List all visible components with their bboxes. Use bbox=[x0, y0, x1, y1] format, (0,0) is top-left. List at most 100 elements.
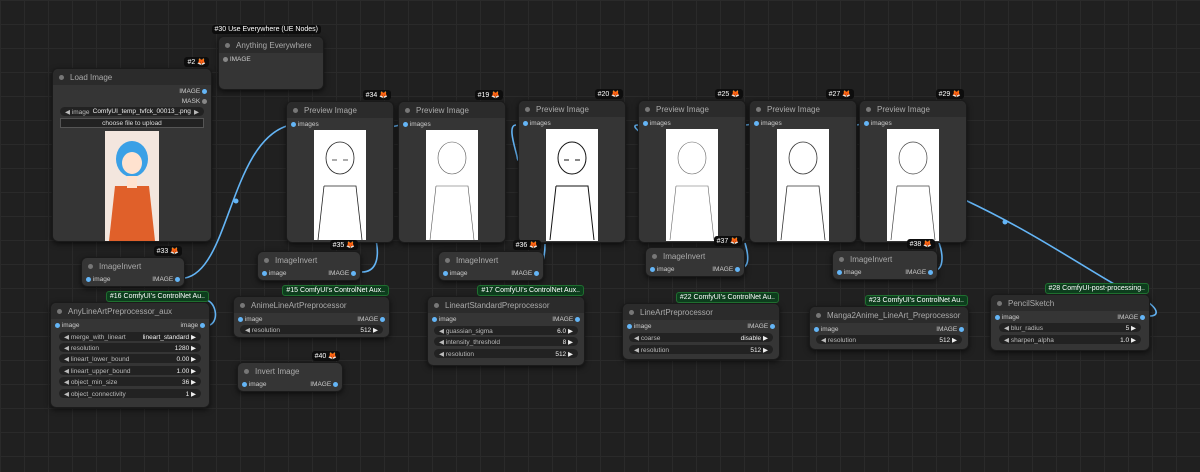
port-label: image bbox=[843, 269, 862, 276]
load-image-node[interactable]: #2 🦊 Load Image IMAGE MASK ◀ image ComfyU… bbox=[52, 57, 212, 242]
input-port[interactable] bbox=[291, 121, 296, 127]
lineart-preprocessor-node[interactable]: #22 ComfyUI's ControlNet Au.. LineArtPre… bbox=[622, 292, 780, 360]
fox-icon: 🦊 bbox=[611, 91, 620, 98]
node-badge: #20 🦊 bbox=[594, 89, 623, 99]
invert-image-node[interactable]: #40 🦊 Invert Image image IMAGE bbox=[237, 351, 343, 392]
input-port[interactable] bbox=[223, 56, 228, 62]
input-port[interactable] bbox=[262, 270, 267, 276]
node-badge: #40 🦊 bbox=[311, 351, 340, 361]
widget-object-connectivity[interactable]: ◀ object_connectivity 1 ▶ bbox=[59, 389, 201, 398]
input-port[interactable] bbox=[837, 269, 842, 275]
image-select[interactable]: ◀ image ComfyUI_temp_tvfck_00013_.png ▶ bbox=[60, 107, 204, 116]
node-title: Invert Image bbox=[255, 366, 300, 376]
widget-lineart-upper-bound[interactable]: ◀ lineart_upper_bound 1.00 ▶ bbox=[59, 366, 201, 375]
widget-merge-with-lineart[interactable]: ◀ merge_with_lineart lineart_standard ▶ bbox=[59, 332, 201, 341]
port-label: IMAGE bbox=[905, 269, 927, 276]
anylineart-preprocessor-node[interactable]: #16 ComfyUI's ControlNet Au.. AnyLineArt… bbox=[50, 291, 210, 408]
input-port[interactable] bbox=[650, 266, 655, 272]
widget-intensity-threshold[interactable]: ◀ intensity_threshold 8 ▶ bbox=[434, 337, 578, 346]
fox-icon: 🦊 bbox=[346, 242, 355, 249]
input-port[interactable] bbox=[864, 120, 869, 126]
node-badge: #15 ComfyUI's ControlNet Aux.. bbox=[282, 285, 389, 296]
input-port[interactable] bbox=[814, 326, 819, 332]
node-title: AnimeLineArtPreprocessor bbox=[251, 300, 347, 310]
input-port[interactable] bbox=[242, 381, 247, 387]
preview-thumbnail bbox=[887, 129, 939, 241]
node-badge: #38 🦊 bbox=[906, 239, 935, 249]
widget-resolution[interactable]: ◀ resolution 512 ▶ bbox=[816, 335, 962, 344]
port-label: image bbox=[633, 323, 652, 330]
input-port[interactable] bbox=[86, 276, 91, 282]
port-label: IMAGE bbox=[179, 88, 201, 95]
output-port[interactable] bbox=[175, 276, 180, 282]
node-title: Preview Image bbox=[304, 105, 357, 115]
output-port[interactable] bbox=[202, 88, 207, 94]
output-port[interactable] bbox=[770, 323, 775, 329]
widget-resolution[interactable]: ◀ resolution 1280 ▶ bbox=[59, 343, 201, 352]
widget-resolution[interactable]: ◀ resolution 512 ▶ bbox=[629, 345, 773, 354]
image-invert-node[interactable]: #36 🦊 ImageInvert image IMAGE bbox=[438, 240, 544, 281]
widget-lineart-lower-bound[interactable]: ◀ lineart_lower_bound 0.00 ▶ bbox=[59, 354, 201, 363]
preview-image-node[interactable]: #29 🦊 Preview Image images bbox=[859, 89, 967, 243]
anything-everywhere-node[interactable]: #30 Use Everywhere (UE Nodes) Anything E… bbox=[211, 25, 324, 90]
node-badge: #2 🦊 bbox=[184, 57, 209, 67]
input-port[interactable] bbox=[432, 316, 437, 322]
input-port[interactable] bbox=[754, 120, 759, 126]
input-port[interactable] bbox=[523, 120, 528, 126]
port-label: images bbox=[760, 120, 782, 127]
widget-resolution[interactable]: ◀ resolution 512 ▶ bbox=[434, 349, 578, 358]
widget-blur-radius[interactable]: ◀ blur_radius 5 ▶ bbox=[999, 323, 1141, 332]
input-port[interactable] bbox=[238, 316, 243, 322]
input-port[interactable] bbox=[443, 270, 448, 276]
input-port[interactable] bbox=[55, 322, 60, 328]
image-invert-node[interactable]: #35 🦊 ImageInvert image IMAGE bbox=[257, 240, 361, 281]
output-port[interactable] bbox=[534, 270, 539, 276]
manga2anime-preprocessor-node[interactable]: #23 ComfyUI's ControlNet Au.. Manga2Anim… bbox=[809, 295, 969, 350]
port-label: images bbox=[409, 121, 431, 128]
widget-coarse[interactable]: ◀ coarse disable ▶ bbox=[629, 333, 773, 342]
fox-icon: 🦊 bbox=[197, 59, 206, 66]
preview-image-node[interactable]: #19 🦊 Preview Image images bbox=[398, 90, 506, 243]
widget-guassian-sigma[interactable]: ◀ guassian_sigma 6.0 ▶ bbox=[434, 326, 578, 335]
output-port[interactable] bbox=[351, 270, 356, 276]
node-badge: #23 ComfyUI's ControlNet Au.. bbox=[864, 295, 968, 306]
output-port[interactable] bbox=[380, 316, 385, 322]
preview-image-node[interactable]: #25 🦊 Preview Image images bbox=[638, 89, 746, 243]
image-invert-node[interactable]: #38 🦊 ImageInvert image IMAGE bbox=[832, 239, 938, 280]
pencil-sketch-node[interactable]: #28 ComfyUI-post-processing.. PencilSket… bbox=[990, 283, 1150, 351]
preview-image-node[interactable]: #27 🦊 Preview Image images bbox=[749, 89, 857, 243]
anime-lineart-preprocessor-node[interactable]: #15 ComfyUI's ControlNet Aux.. AnimeLine… bbox=[233, 285, 390, 338]
output-port[interactable] bbox=[1140, 314, 1145, 320]
output-port[interactable] bbox=[928, 269, 933, 275]
port-label: IMAGE bbox=[152, 276, 174, 283]
output-port[interactable] bbox=[575, 316, 580, 322]
widget-resolution[interactable]: ◀ resolution 512 ▶ bbox=[240, 325, 383, 334]
output-port[interactable] bbox=[959, 326, 964, 332]
preview-image-node[interactable]: #20 🦊 Preview Image images bbox=[518, 89, 626, 243]
preview-thumbnail bbox=[666, 129, 718, 241]
input-port[interactable] bbox=[643, 120, 648, 126]
node-badge: #28 ComfyUI-post-processing.. bbox=[1044, 283, 1149, 294]
input-image-thumbnail bbox=[105, 131, 159, 241]
widget-object-min-size[interactable]: ◀ object_min_size 36 ▶ bbox=[59, 377, 201, 386]
lineart-standard-preprocessor-node[interactable]: #17 ComfyUI's ControlNet Aux.. LineartSt… bbox=[427, 285, 585, 366]
node-title: Load Image bbox=[70, 72, 113, 82]
node-title: Anything Everywhere bbox=[236, 40, 312, 50]
output-port[interactable] bbox=[735, 266, 740, 272]
fox-icon: 🦊 bbox=[491, 92, 500, 99]
input-port[interactable] bbox=[403, 121, 408, 127]
output-port[interactable] bbox=[333, 381, 338, 387]
output-port[interactable] bbox=[200, 322, 205, 328]
image-invert-node[interactable]: #33 🦊 ImageInvert image IMAGE bbox=[81, 246, 185, 287]
output-port[interactable] bbox=[202, 98, 207, 104]
fox-icon: 🦊 bbox=[379, 92, 388, 99]
preview-image-node[interactable]: #34 🦊 Preview Image images bbox=[286, 90, 394, 243]
port-label: image bbox=[61, 322, 80, 329]
port-label: IMAGE bbox=[1117, 314, 1139, 321]
image-invert-node[interactable]: #37 🦊 ImageInvert image IMAGE bbox=[645, 236, 745, 277]
widget-sharpen-alpha[interactable]: ◀ sharpen_alpha 1.0 ▶ bbox=[999, 335, 1141, 344]
input-port[interactable] bbox=[995, 314, 1000, 320]
upload-button[interactable]: choose file to upload bbox=[60, 118, 204, 128]
input-port[interactable] bbox=[627, 323, 632, 329]
port-label: image bbox=[92, 276, 111, 283]
